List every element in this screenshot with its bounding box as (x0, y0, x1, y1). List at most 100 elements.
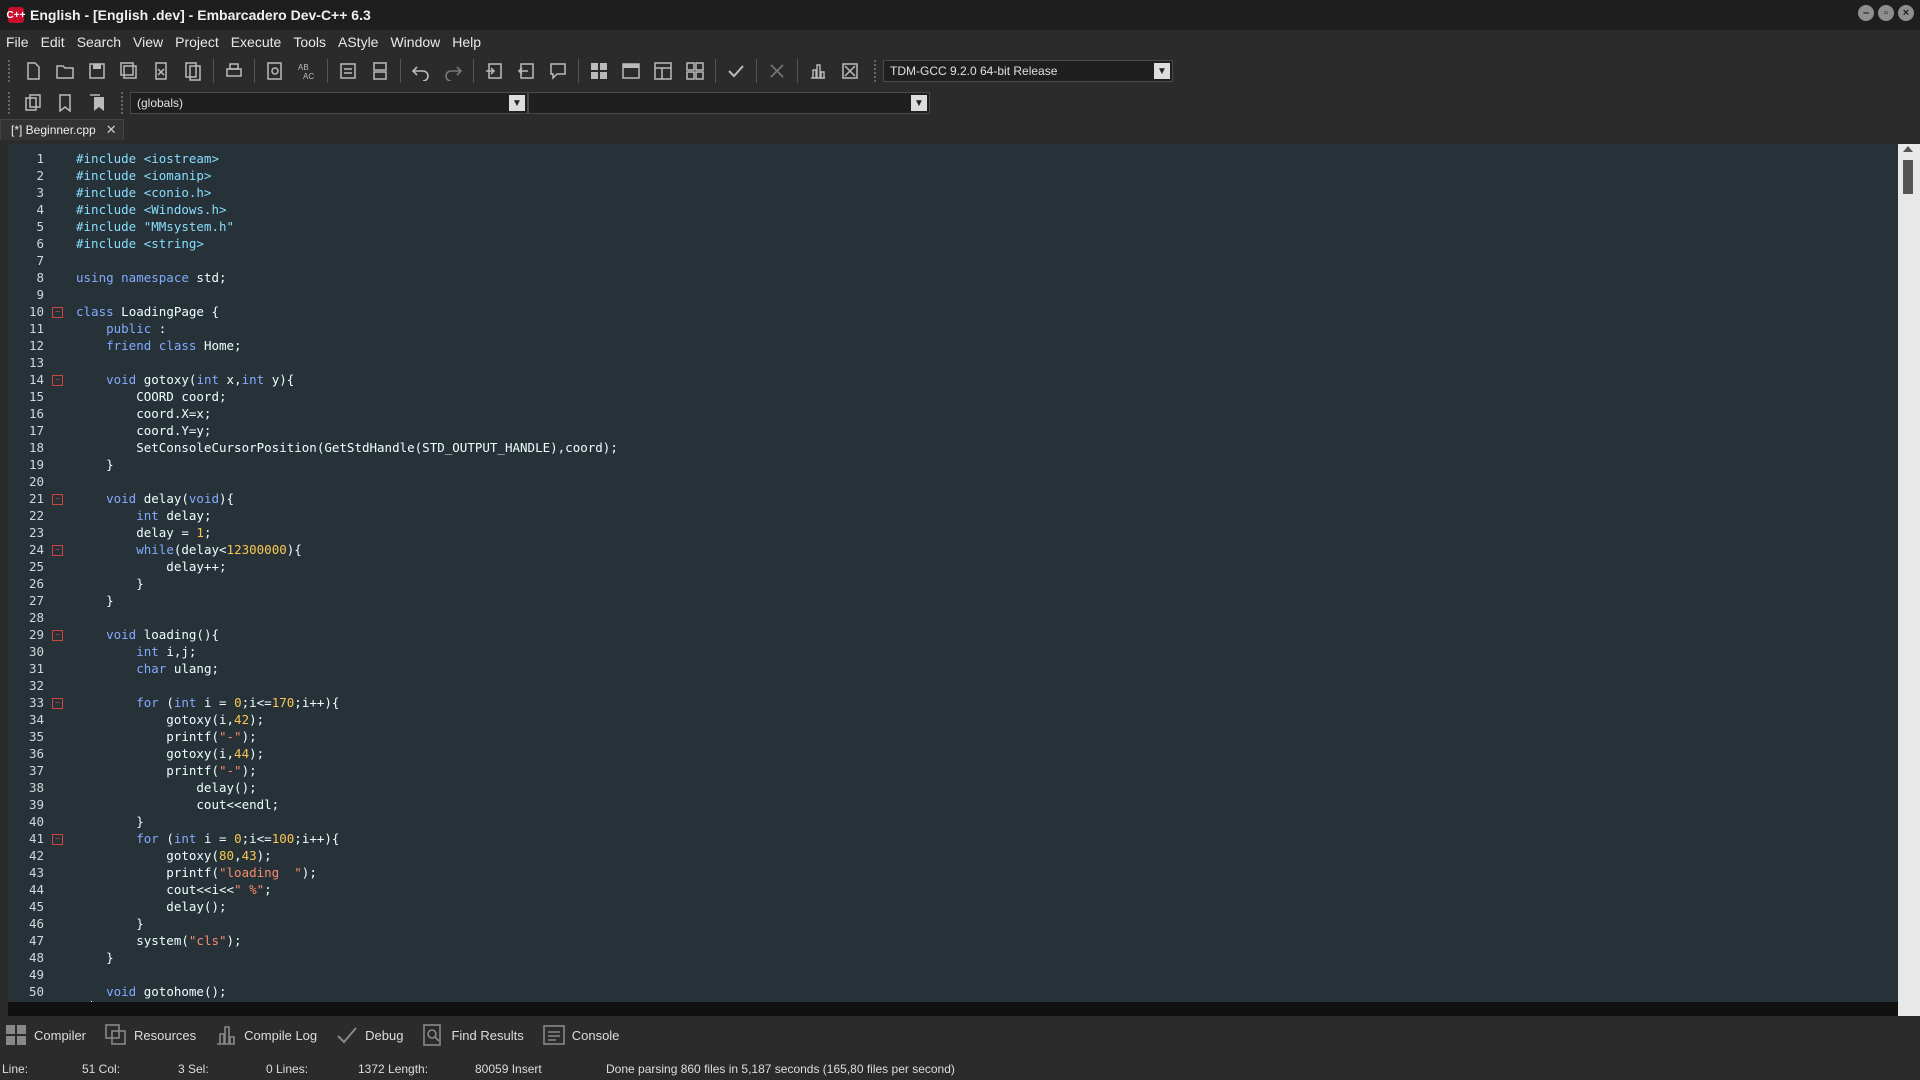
code-line[interactable]: using namespace std; (76, 269, 227, 286)
code-line[interactable]: int delay; (76, 507, 211, 524)
line-number-gutter[interactable]: 1 2 3 4 5 6 7 8 9 10−11 12 13 14−15 16 17 18 19 20 21−22 23… (8, 144, 63, 1016)
line-number[interactable]: 36 (8, 745, 44, 762)
line-number[interactable]: 6 (8, 235, 44, 252)
code-line[interactable]: coord.X=x; (76, 405, 211, 422)
line-number[interactable]: 24 (8, 541, 44, 558)
line-number[interactable]: 46 (8, 915, 44, 932)
scroll-up-arrow-icon[interactable] (1903, 146, 1913, 152)
line-number[interactable]: 14 (8, 371, 44, 388)
line-number[interactable]: 29 (8, 626, 44, 643)
project-options-icon[interactable] (544, 57, 572, 85)
close-icon[interactable]: ✕ (106, 122, 117, 138)
code-line[interactable]: delay(); (76, 779, 256, 796)
redo-icon[interactable] (439, 57, 467, 85)
code-line[interactable]: delay++; (76, 558, 226, 575)
code-line[interactable]: void loading(){ (76, 626, 219, 643)
menu-edit[interactable]: Edit (35, 34, 71, 50)
line-number[interactable]: 15 (8, 388, 44, 405)
code-line[interactable]: } (76, 915, 144, 932)
tab-beginner-cpp[interactable]: [*] Beginner.cpp ✕ (0, 119, 124, 140)
code-line[interactable]: gotoxy(i,44); (76, 745, 264, 762)
menu-window[interactable]: Window (384, 34, 446, 50)
line-number[interactable]: 11 (8, 320, 44, 337)
line-number[interactable]: 45 (8, 898, 44, 915)
vertical-scrollbar[interactable] (1898, 144, 1920, 1016)
code-line[interactable]: #include <conio.h> (76, 184, 211, 201)
code-line[interactable]: void gotoxy(int x,int y){ (76, 371, 294, 388)
line-number[interactable]: 2 (8, 167, 44, 184)
run-icon[interactable] (617, 57, 645, 85)
line-number[interactable]: 19 (8, 456, 44, 473)
code-line[interactable]: SetConsoleCursorPosition(GetStdHandle(ST… (76, 439, 618, 456)
line-number[interactable]: 48 (8, 949, 44, 966)
minimize-button[interactable]: – (1858, 5, 1874, 21)
line-number[interactable]: 22 (8, 507, 44, 524)
restore-button[interactable]: ▫ (1878, 5, 1894, 21)
line-number[interactable]: 5 (8, 218, 44, 235)
line-number[interactable]: 3 (8, 184, 44, 201)
line-number[interactable]: 41 (8, 830, 44, 847)
stop-execution-icon[interactable] (763, 57, 791, 85)
tab-resources[interactable]: Resources (104, 1023, 196, 1047)
line-number[interactable]: 13 (8, 354, 44, 371)
add-to-project-icon[interactable] (480, 57, 508, 85)
code-line[interactable]: } (76, 456, 114, 473)
line-number[interactable]: 26 (8, 575, 44, 592)
code-line[interactable]: cout<<endl; (76, 796, 279, 813)
line-number[interactable]: 30 (8, 643, 44, 660)
toolbar-grip[interactable] (874, 60, 879, 82)
chevron-down-icon[interactable]: ▼ (509, 95, 525, 111)
line-number[interactable]: 23 (8, 524, 44, 541)
syntax-check-icon[interactable] (722, 57, 750, 85)
rebuild-all-icon[interactable] (681, 57, 709, 85)
line-number[interactable]: 12 (8, 337, 44, 354)
line-number[interactable]: 16 (8, 405, 44, 422)
line-number[interactable]: 35 (8, 728, 44, 745)
code-line[interactable]: for (int i = 0;i<=170;i++){ (76, 694, 339, 711)
line-number[interactable]: 31 (8, 660, 44, 677)
code-line[interactable]: printf("loading "); (76, 864, 317, 881)
code-line[interactable]: gotoxy(i,42); (76, 711, 264, 728)
code-line[interactable]: #include <iostream> (76, 150, 219, 167)
delete-profile-icon[interactable] (836, 57, 864, 85)
line-number[interactable]: 27 (8, 592, 44, 609)
line-number[interactable]: 10 (8, 303, 44, 320)
line-number[interactable]: 37 (8, 762, 44, 779)
code-line[interactable]: #include <string> (76, 235, 204, 252)
code-line[interactable]: } (76, 949, 114, 966)
line-number[interactable]: 7 (8, 252, 44, 269)
menu-search[interactable]: Search (71, 34, 127, 50)
save-icon[interactable] (83, 57, 111, 85)
compiler-select[interactable]: TDM-GCC 9.2.0 64-bit Release ▼ (883, 60, 1173, 82)
line-number[interactable]: 50 (8, 983, 44, 1000)
find-icon[interactable] (261, 57, 289, 85)
tab-compile-log[interactable]: Compile Log (214, 1023, 317, 1047)
scrollbar-thumb[interactable] (1903, 160, 1913, 194)
line-number[interactable]: 18 (8, 439, 44, 456)
toolbar-grip[interactable] (8, 92, 13, 114)
line-number[interactable]: 33 (8, 694, 44, 711)
horizontal-scrollbar[interactable] (8, 1002, 1898, 1016)
code-line[interactable]: printf("-"); (76, 762, 256, 779)
line-number[interactable]: 21 (8, 490, 44, 507)
tab-debug[interactable]: Debug (335, 1023, 403, 1047)
save-all-icon[interactable] (115, 57, 143, 85)
code-line[interactable]: system("cls"); (76, 932, 241, 949)
code-line[interactable]: delay = 1; (76, 524, 211, 541)
code-line[interactable]: for (int i = 0;i<=100;i++){ (76, 830, 339, 847)
compile-icon[interactable] (585, 57, 613, 85)
code-line[interactable]: coord.Y=y; (76, 422, 211, 439)
code-line[interactable]: public : (76, 320, 166, 337)
code-line[interactable]: #include <iomanip> (76, 167, 211, 184)
code-line[interactable]: cout<<i<<" %"; (76, 881, 271, 898)
code-area[interactable]: #include <iostream> #include <iomanip> #in… (48, 144, 1898, 1016)
menu-project[interactable]: Project (169, 34, 225, 50)
code-line[interactable]: void delay(void){ (76, 490, 234, 507)
code-line[interactable]: while(delay<12300000){ (76, 541, 302, 558)
undo-icon[interactable] (407, 57, 435, 85)
code-line[interactable]: printf("-"); (76, 728, 256, 745)
line-number[interactable]: 20 (8, 473, 44, 490)
menu-tools[interactable]: Tools (287, 34, 332, 50)
code-line[interactable]: int i,j; (76, 643, 196, 660)
members-select[interactable]: ▼ (528, 92, 930, 114)
